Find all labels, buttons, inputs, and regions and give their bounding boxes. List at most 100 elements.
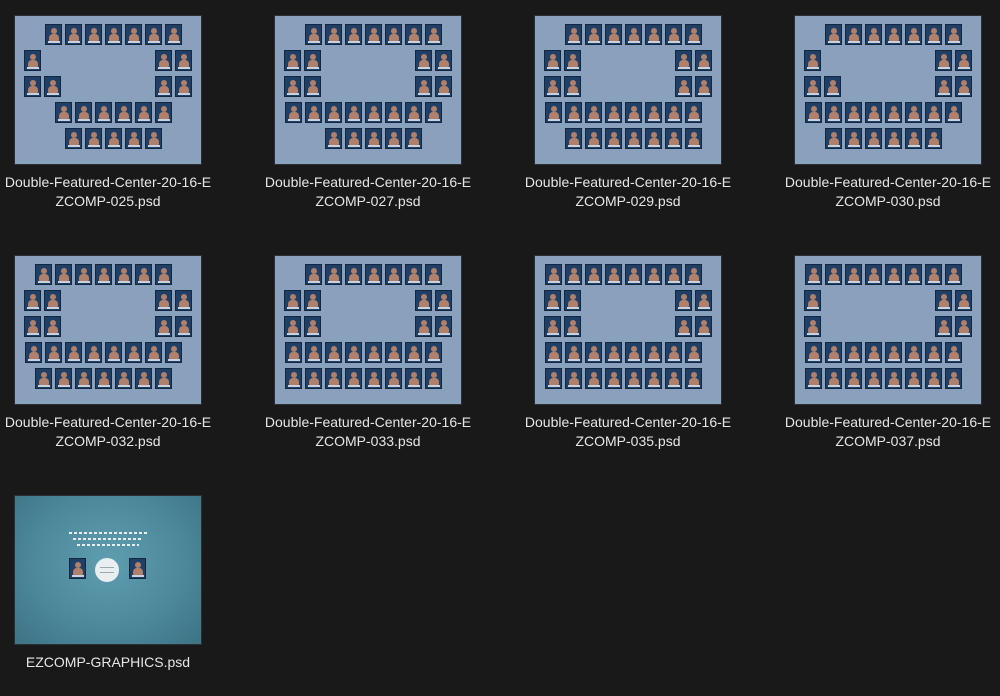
portrait-icon — [695, 76, 712, 97]
portrait-icon — [175, 76, 192, 97]
portrait-icon — [665, 264, 682, 285]
portrait-icon — [405, 128, 422, 149]
file-thumbnail — [795, 16, 981, 164]
portrait-icon — [805, 102, 822, 123]
portrait-icon — [75, 264, 92, 285]
portrait-icon — [24, 50, 41, 71]
portrait-icon — [825, 128, 842, 149]
portrait-icon — [365, 264, 382, 285]
file-item[interactable]: Double-Featured-Center-20-16-EZCOMP-035.… — [523, 256, 733, 451]
portrait-icon — [645, 342, 662, 363]
file-name: Double-Featured-Center-20-16-EZCOMP-035.… — [524, 414, 732, 449]
portrait-icon — [564, 76, 581, 97]
portrait-icon — [675, 76, 692, 97]
portrait-icon — [925, 342, 942, 363]
portrait-icon — [365, 102, 382, 123]
portrait-icon — [645, 368, 662, 389]
file-name: Double-Featured-Center-20-16-EZCOMP-030.… — [784, 174, 992, 209]
portrait-icon — [905, 102, 922, 123]
file-name: Double-Featured-Center-20-16-EZCOMP-033.… — [264, 414, 472, 449]
portrait-icon — [85, 342, 102, 363]
portrait-icon — [345, 128, 362, 149]
portrait-icon — [175, 50, 192, 71]
portrait-icon — [945, 264, 962, 285]
portrait-icon — [325, 342, 342, 363]
file-item[interactable]: Double-Featured-Center-20-16-EZCOMP-029.… — [523, 16, 733, 211]
portrait-icon — [325, 128, 342, 149]
portrait-icon — [115, 102, 132, 123]
portrait-icon — [905, 24, 922, 45]
portrait-icon — [585, 342, 602, 363]
portrait-icon — [145, 24, 162, 45]
portrait-icon — [685, 102, 702, 123]
portrait-icon — [645, 128, 662, 149]
portrait-icon — [675, 50, 692, 71]
portrait-icon — [35, 264, 52, 285]
portrait-icon — [24, 290, 41, 311]
portrait-icon — [44, 76, 61, 97]
portrait-icon — [425, 368, 442, 389]
portrait-icon — [65, 342, 82, 363]
portrait-icon — [945, 102, 962, 123]
portrait-icon — [304, 50, 321, 71]
portrait-icon — [695, 316, 712, 337]
portrait-icon — [425, 342, 442, 363]
portrait-icon — [585, 128, 602, 149]
portrait-icon — [305, 24, 322, 45]
portrait-icon — [435, 76, 452, 97]
portrait-icon — [385, 128, 402, 149]
portrait-icon — [135, 368, 152, 389]
portrait-icon — [25, 342, 42, 363]
portrait-icon — [345, 264, 362, 285]
file-item[interactable]: Double-Featured-Center-20-16-EZCOMP-033.… — [263, 256, 473, 451]
portrait-icon — [385, 102, 402, 123]
portrait-icon — [865, 24, 882, 45]
portrait-icon — [105, 342, 122, 363]
portrait-icon — [825, 102, 842, 123]
portrait-icon — [165, 24, 182, 45]
portrait-icon — [85, 24, 102, 45]
portrait-icon — [665, 102, 682, 123]
portrait-icon — [65, 128, 82, 149]
portrait-icon — [115, 368, 132, 389]
portrait-icon — [925, 102, 942, 123]
portrait-icon — [665, 128, 682, 149]
portrait-icon — [75, 102, 92, 123]
portrait-icon — [345, 24, 362, 45]
portrait-icon — [625, 102, 642, 123]
portrait-icon — [545, 264, 562, 285]
file-item[interactable]: Double-Featured-Center-20-16-EZCOMP-032.… — [3, 256, 213, 451]
portrait-icon — [824, 76, 841, 97]
portrait-icon — [45, 342, 62, 363]
portrait-icon — [605, 342, 622, 363]
portrait-icon — [284, 76, 301, 97]
portrait-icon — [955, 76, 972, 97]
decorative-text-placeholder — [77, 544, 139, 546]
file-item[interactable]: Double-Featured-Center-20-16-EZCOMP-030.… — [783, 16, 993, 211]
portrait-icon — [405, 264, 422, 285]
file-item[interactable]: Double-Featured-Center-20-16-EZCOMP-025.… — [3, 16, 213, 211]
portrait-icon — [565, 102, 582, 123]
portrait-icon — [145, 128, 162, 149]
portrait-icon — [65, 24, 82, 45]
portrait-icon — [565, 128, 582, 149]
portrait-icon — [625, 264, 642, 285]
file-item[interactable]: Double-Featured-Center-20-16-EZCOMP-037.… — [783, 256, 993, 451]
portrait-icon — [75, 368, 92, 389]
graphics-thumbnail — [15, 496, 201, 644]
portrait-icon — [35, 368, 52, 389]
portrait-icon — [155, 50, 172, 71]
portrait-icon — [285, 342, 302, 363]
portrait-icon — [605, 368, 622, 389]
portrait-icon — [285, 368, 302, 389]
portrait-icon — [385, 264, 402, 285]
portrait-icon — [825, 24, 842, 45]
file-item[interactable]: EZCOMP-GRAPHICS.psd — [3, 496, 213, 672]
file-item[interactable]: Double-Featured-Center-20-16-EZCOMP-027.… — [263, 16, 473, 211]
portrait-icon — [675, 316, 692, 337]
portrait-icon — [565, 368, 582, 389]
portrait-icon — [545, 102, 562, 123]
portrait-icon — [585, 264, 602, 285]
portrait-icon — [415, 76, 432, 97]
portrait-icon — [425, 264, 442, 285]
